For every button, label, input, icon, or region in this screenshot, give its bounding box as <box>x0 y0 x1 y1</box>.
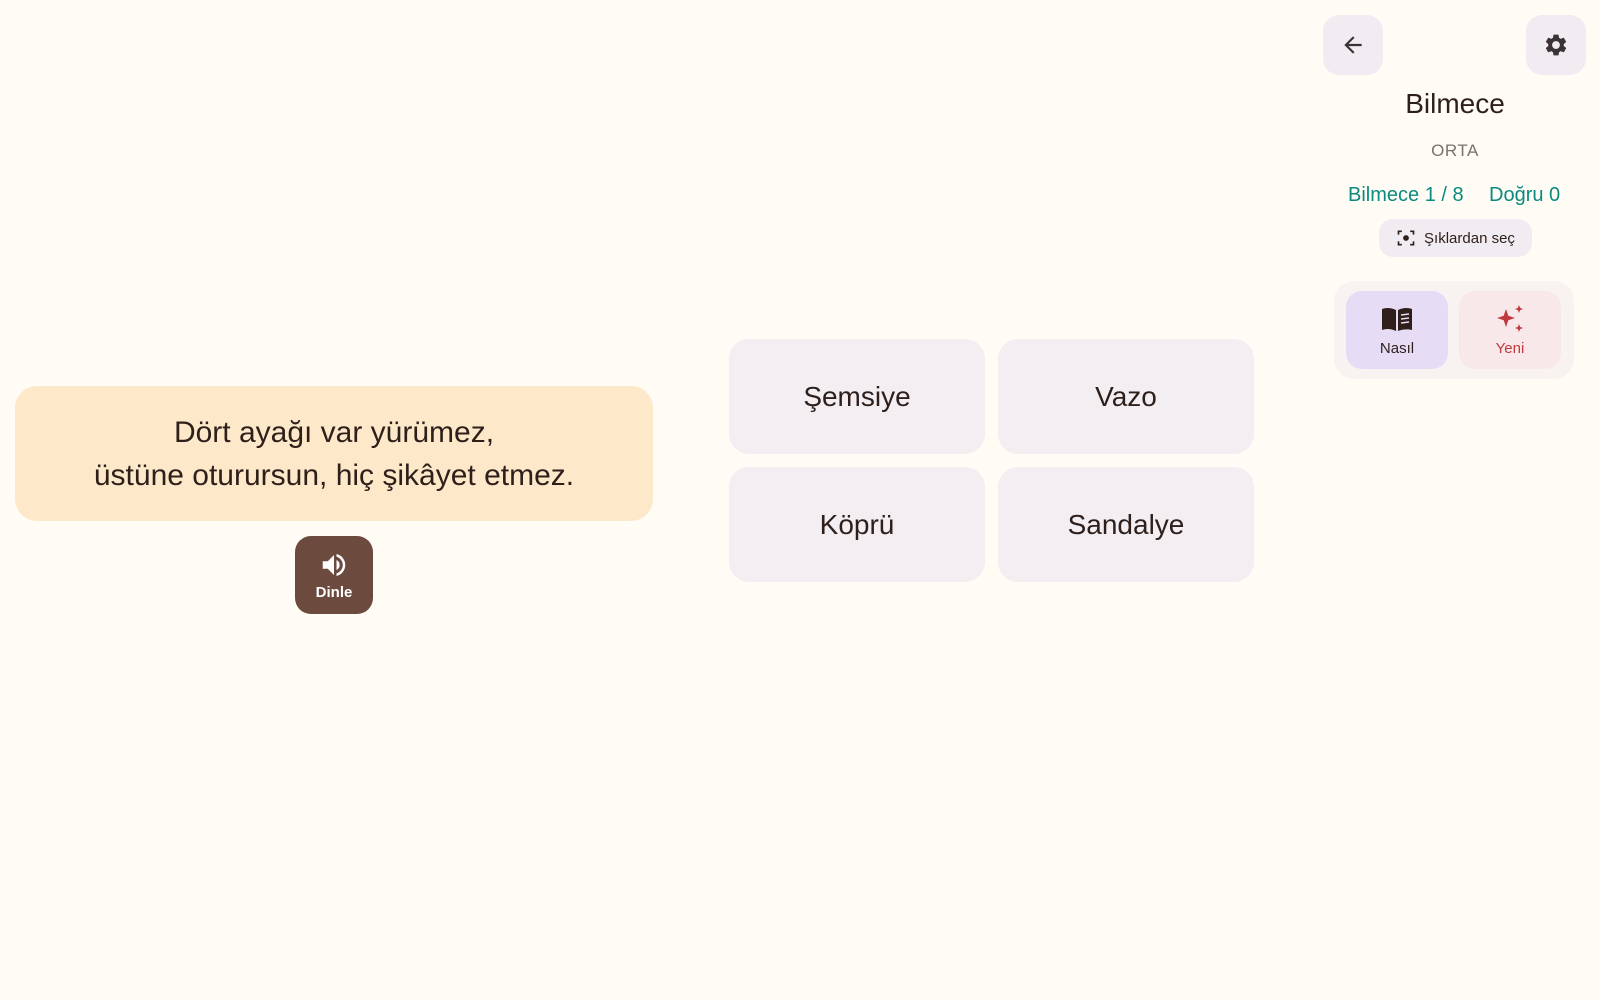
option-button[interactable]: Şemsiye <box>729 339 985 454</box>
riddle-screen: Dört ayağı var yürümez, üstüne oturursun… <box>0 0 1600 1000</box>
difficulty-label: ORTA <box>1431 141 1479 160</box>
option-button[interactable]: Sandalye <box>998 467 1254 582</box>
new-label: Yeni <box>1495 339 1525 357</box>
riddle-card: Dört ayağı var yürümez, üstüne oturursun… <box>15 386 653 521</box>
new-riddle-button[interactable]: Yeni <box>1459 291 1561 369</box>
page-title: Bilmece <box>1405 88 1505 119</box>
option-button[interactable]: Vazo <box>998 339 1254 454</box>
listen-button[interactable]: Dinle <box>295 536 373 614</box>
settings-button[interactable] <box>1526 15 1586 75</box>
speaker-icon <box>322 553 346 576</box>
mode-chip-label: Şıklardan seç <box>1424 229 1515 247</box>
open-book-icon <box>1382 307 1412 331</box>
arrow-left-icon <box>1344 36 1362 54</box>
riddle-progress: Bilmece 1 / 8 <box>1348 184 1464 206</box>
howto-label: Nasıl <box>1379 339 1415 357</box>
listen-label: Dinle <box>315 583 353 601</box>
action-panel: Nasıl Yeni <box>1334 281 1574 379</box>
option-button[interactable]: Köprü <box>729 467 985 582</box>
howto-button[interactable]: Nasıl <box>1346 291 1448 369</box>
mode-chip[interactable]: Şıklardan seç <box>1379 219 1532 257</box>
focus-target-icon <box>1397 230 1415 246</box>
gear-icon <box>1545 34 1567 56</box>
riddle-line-1: Dört ayağı var yürümez, <box>173 415 495 449</box>
correct-count: Doğru 0 <box>1489 184 1561 206</box>
back-button[interactable] <box>1323 15 1383 75</box>
riddle-line-2: üstüne oturursun, hiç şikâyet etmez. <box>93 458 575 492</box>
sparkles-icon <box>1497 304 1523 332</box>
